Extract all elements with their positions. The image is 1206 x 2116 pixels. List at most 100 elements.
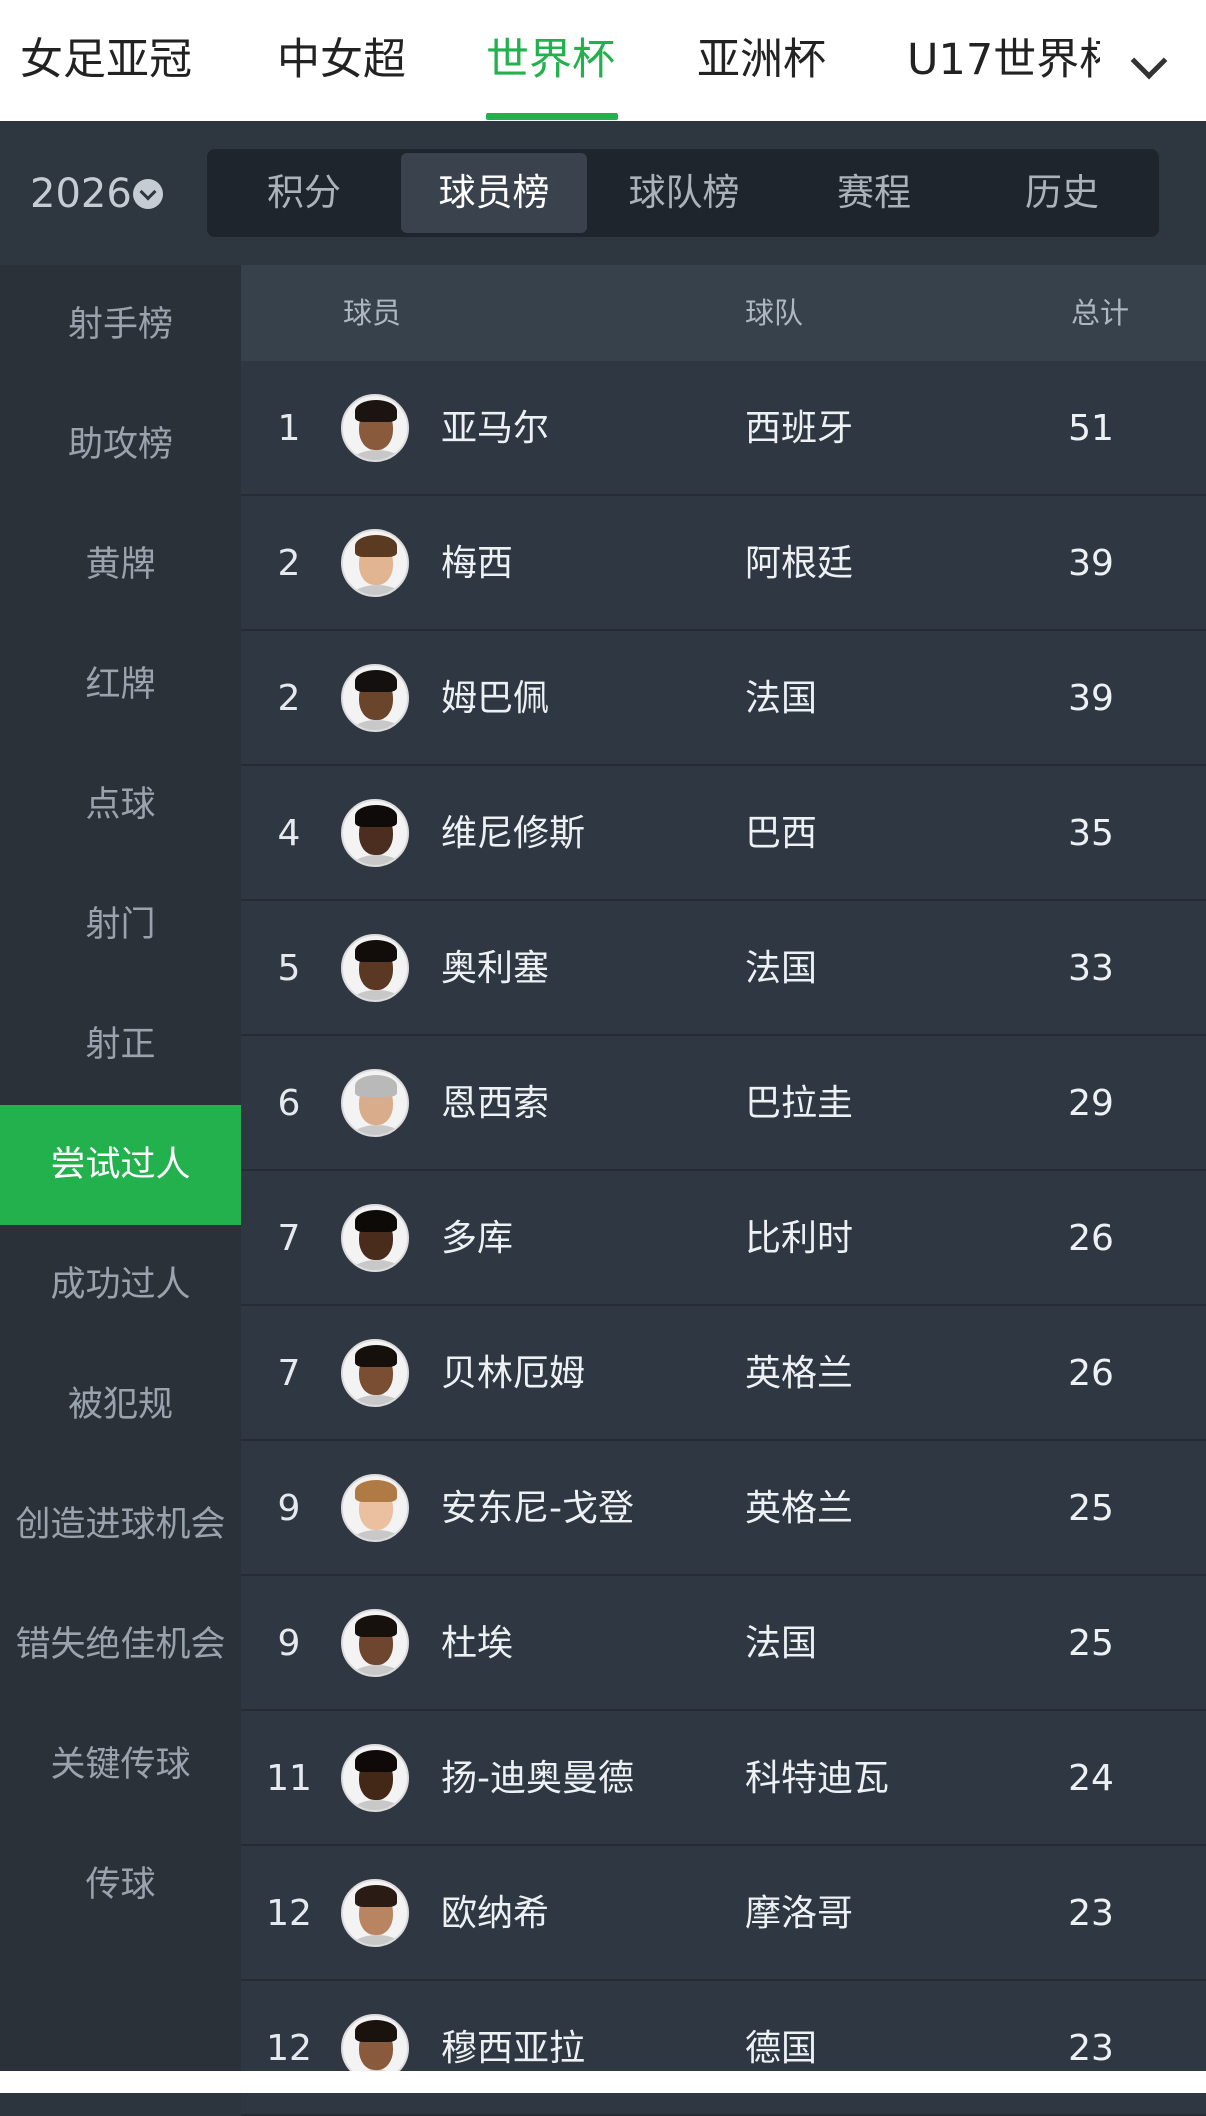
avatar-body xyxy=(349,585,405,595)
avatar-hair xyxy=(355,1885,397,1907)
rank: 12 xyxy=(266,2028,312,2069)
total-value: 26 xyxy=(1068,1218,1114,1259)
team-name: 摩洛哥 xyxy=(745,1893,854,1934)
total-value: 33 xyxy=(1068,948,1114,989)
table-row[interactable]: 9 安东尼-戈登 英格兰 25 xyxy=(241,1441,1206,1576)
avatar xyxy=(341,529,409,597)
tab-womens-afc[interactable]: 女足亚冠 xyxy=(20,30,192,90)
table-row[interactable]: 1 亚马尔 西班牙 51 xyxy=(241,361,1206,496)
season-year[interactable]: 2026 xyxy=(30,169,132,219)
total-value: 25 xyxy=(1068,1488,1114,1529)
player-name[interactable]: 扬-迪奥曼德 xyxy=(441,1711,634,1846)
rank: 6 xyxy=(277,1083,301,1124)
team-name: 科特迪瓦 xyxy=(745,1758,890,1799)
player-name[interactable]: 贝林厄姆 xyxy=(441,1306,585,1441)
player-name[interactable]: 梅西 xyxy=(441,496,513,631)
sidebar-item-dribbles-attempted[interactable]: 尝试过人 xyxy=(0,1105,241,1225)
player-ranking-table: 球员 球队 总计 1 亚马尔 西班牙 51 2 梅西 阿根廷 39 2 姆巴佩 法国 39 4 维尼修斯巴… xyxy=(241,265,1206,2116)
avatar-hair xyxy=(355,1750,397,1772)
sidebar-item-key-passes[interactable]: 关键传球 xyxy=(0,1705,241,1825)
avatar-body xyxy=(349,1665,405,1675)
total-value: 23 xyxy=(1068,2028,1114,2069)
stats-toolbar: 2026 积分 球员榜 球队榜 赛程 历史 xyxy=(0,121,1206,265)
segment-control: 积分 球员榜 球队榜 赛程 历史 xyxy=(207,149,1159,237)
avatar-body xyxy=(349,1935,405,1945)
tab-asian-cup[interactable]: 亚洲杯 xyxy=(697,30,826,90)
segment-history[interactable]: 历史 xyxy=(969,153,1155,233)
avatar xyxy=(341,1069,409,1137)
total-value: 26 xyxy=(1068,1353,1114,1394)
avatar-body xyxy=(349,450,405,460)
avatar-hair xyxy=(355,1210,397,1232)
avatar-body xyxy=(349,855,405,865)
table-row[interactable]: 11 扬-迪奥曼德 科特迪瓦 24 xyxy=(241,1711,1206,1846)
segment-team-ranking[interactable]: 球队榜 xyxy=(591,153,777,233)
header-player: 球员 xyxy=(343,296,402,330)
player-name[interactable]: 恩西索 xyxy=(441,1036,549,1171)
table-row[interactable]: 7 贝林厄姆 英格兰 26 xyxy=(241,1306,1206,1441)
player-name[interactable]: 安东尼-戈登 xyxy=(441,1441,634,1576)
player-name[interactable]: 姆巴佩 xyxy=(441,631,549,766)
tab-world-cup[interactable]: 世界杯 xyxy=(486,30,615,90)
table-row[interactable]: 12 欧纳希 摩洛哥 23 xyxy=(241,1846,1206,1981)
rank: 9 xyxy=(277,1623,301,1664)
player-name[interactable]: 亚马尔 xyxy=(441,361,549,496)
team-name: 英格兰 xyxy=(745,1488,854,1529)
table-row[interactable]: 4 维尼修斯 巴西 35 xyxy=(241,766,1206,901)
team-name: 法国 xyxy=(745,948,818,989)
player-name[interactable]: 多库 xyxy=(441,1171,513,1306)
rank: 7 xyxy=(277,1218,301,1259)
rank: 2 xyxy=(277,678,301,719)
table-row[interactable]: 5 奥利塞 法国 33 xyxy=(241,901,1206,1036)
total-value: 29 xyxy=(1068,1083,1114,1124)
avatar-hair xyxy=(355,1615,397,1637)
team-name: 巴西 xyxy=(745,813,818,854)
rank: 4 xyxy=(277,813,301,854)
segment-player-ranking[interactable]: 球员榜 xyxy=(401,153,587,233)
table-row[interactable]: 12 穆西亚拉 德国 23 xyxy=(241,1981,1206,2116)
table-row[interactable]: 7 多库 比利时 26 xyxy=(241,1171,1206,1306)
table-header: 球员 球队 总计 xyxy=(241,265,1206,361)
sidebar-item-yellow-cards[interactable]: 黄牌 xyxy=(0,505,241,625)
avatar-hair xyxy=(355,2020,397,2042)
chevron-down-circle-icon[interactable] xyxy=(133,179,163,209)
player-name[interactable]: 杜埃 xyxy=(441,1576,513,1711)
player-name[interactable]: 穆西亚拉 xyxy=(441,1981,585,2116)
team-name: 巴拉圭 xyxy=(745,1083,854,1124)
tab-u17-world-cup[interactable]: U17世界杯 xyxy=(907,30,1105,90)
sidebar-item-assists[interactable]: 助攻榜 xyxy=(0,385,241,505)
table-row[interactable]: 2 姆巴佩 法国 39 xyxy=(241,631,1206,766)
team-name: 英格兰 xyxy=(745,1353,854,1394)
header-team: 球队 xyxy=(745,296,804,330)
sidebar-item-shots-on-target[interactable]: 射正 xyxy=(0,985,241,1105)
table-row[interactable]: 2 梅西 阿根廷 39 xyxy=(241,496,1206,631)
player-name[interactable]: 奥利塞 xyxy=(441,901,549,1036)
table-row[interactable]: 9 杜埃 法国 25 xyxy=(241,1576,1206,1711)
player-name[interactable]: 欧纳希 xyxy=(441,1846,549,1981)
rank: 1 xyxy=(277,408,301,449)
sidebar-item-red-cards[interactable]: 红牌 xyxy=(0,625,241,745)
segment-standings[interactable]: 积分 xyxy=(211,153,397,233)
rank: 11 xyxy=(266,1758,312,1799)
sidebar-item-passes[interactable]: 传球 xyxy=(0,1825,241,1945)
avatar-hair xyxy=(355,1480,397,1502)
segment-schedule[interactable]: 赛程 xyxy=(781,153,967,233)
sidebar-item-chances-created[interactable]: 创造进球机会 xyxy=(0,1465,241,1585)
avatar-hair xyxy=(355,535,397,557)
tab-womens-super-league[interactable]: 中女超 xyxy=(277,30,406,90)
player-name[interactable]: 维尼修斯 xyxy=(441,766,585,901)
sidebar-item-top-scorers[interactable]: 射手榜 xyxy=(0,265,241,385)
avatar xyxy=(341,934,409,1002)
sidebar-item-fouled[interactable]: 被犯规 xyxy=(0,1345,241,1465)
stat-category-sidebar: 射手榜 助攻榜 黄牌 红牌 点球 射门 射正 尝试过人 成功过人 被犯规 创造进… xyxy=(0,265,241,2093)
avatar-hair xyxy=(355,400,397,422)
sidebar-item-shots[interactable]: 射门 xyxy=(0,865,241,985)
sidebar-item-big-chances-missed[interactable]: 错失绝佳机会 xyxy=(0,1585,241,1705)
table-row[interactable]: 6 恩西索 巴拉圭 29 xyxy=(241,1036,1206,1171)
rank: 5 xyxy=(277,948,301,989)
total-value: 39 xyxy=(1068,678,1114,719)
sidebar-item-dribbles-succeeded[interactable]: 成功过人 xyxy=(0,1225,241,1345)
sidebar-item-penalties[interactable]: 点球 xyxy=(0,745,241,865)
avatar xyxy=(341,394,409,462)
avatar xyxy=(341,799,409,867)
